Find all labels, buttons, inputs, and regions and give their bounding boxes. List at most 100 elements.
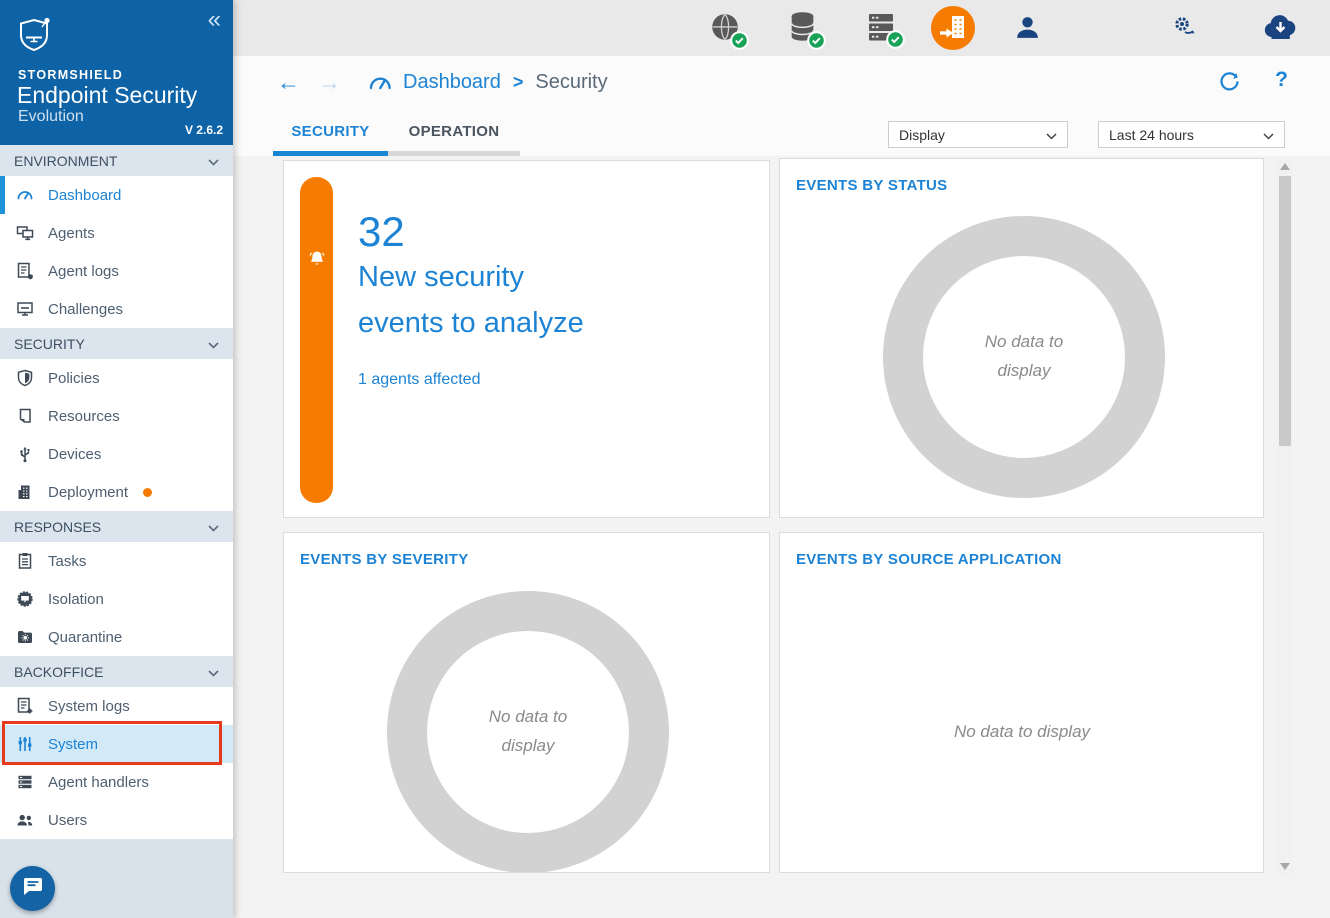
agent-handler-status[interactable] (864, 11, 898, 49)
sidebar-item-label: Tasks (48, 553, 86, 570)
sidebar-item-label: Agents (48, 225, 95, 242)
tabs-row: SECURITY OPERATION Display Last 24 hours (233, 108, 1330, 156)
check-badge (886, 30, 905, 54)
gear-sync-icon (1170, 30, 1200, 47)
dashboard-content: 32 New security events to analyze 1 agen… (233, 156, 1330, 918)
database-status[interactable] (786, 10, 819, 50)
chevron-down-icon (208, 519, 219, 535)
app-logo-block: « STORMSHIELD Endpoint Security Evolutio… (0, 0, 233, 145)
product-name: Endpoint Security (17, 82, 197, 109)
chevron-down-icon (208, 664, 219, 680)
sidebar-collapse-button[interactable]: « (208, 8, 221, 32)
sidebar-item-isolation[interactable]: Isolation (0, 580, 233, 618)
section-security[interactable]: SECURITY (0, 328, 233, 359)
breadcrumb-current: Security (535, 71, 607, 94)
event-count: 32 (358, 209, 584, 255)
back-button[interactable]: ← (277, 71, 300, 94)
sidebar-item-devices[interactable]: Devices (0, 435, 233, 473)
annotation-highlight-box (2, 721, 222, 765)
sidebar-nav: ENVIRONMENT Dashboard Agents Agent logs … (0, 145, 233, 918)
gauge-icon (367, 71, 393, 93)
deployment-status[interactable] (931, 6, 975, 55)
help-button[interactable]: ? (1275, 68, 1288, 92)
sidebar-item-label: Agent logs (48, 263, 119, 280)
refresh-button[interactable] (1218, 70, 1240, 95)
display-select[interactable]: Display (888, 121, 1068, 148)
sidebar-item-agents[interactable]: Agents (0, 214, 233, 252)
alert-title-line1: New security (358, 255, 584, 301)
building-icon (15, 482, 35, 502)
agent-logs-icon (15, 261, 35, 281)
breadcrumb-dashboard-link[interactable]: Dashboard (403, 71, 501, 94)
tab-operation[interactable]: OPERATION (388, 112, 520, 156)
check-badge (807, 31, 826, 55)
section-backoffice[interactable]: BACKOFFICE (0, 656, 233, 687)
empty-state-text: No data to display (914, 328, 1134, 386)
section-label: RESPONSES (14, 519, 101, 535)
breadcrumb-separator: > (513, 72, 524, 93)
stormshield-shield-icon (18, 16, 53, 58)
agents-monitors-icon (15, 223, 35, 243)
sidebar-item-label: System logs (48, 698, 130, 715)
cloud-update[interactable] (1262, 11, 1299, 46)
card-title: EVENTS BY SOURCE APPLICATION (796, 551, 1062, 568)
forward-button[interactable]: → (318, 71, 341, 94)
sidebar-item-system-logs[interactable]: System logs (0, 687, 233, 725)
sliders-icon (15, 734, 35, 754)
sidebar-item-label: Isolation (48, 591, 104, 608)
display-select-value: Display (899, 127, 945, 143)
check-badge (730, 31, 749, 55)
internet-status[interactable] (708, 11, 742, 50)
usb-icon (15, 444, 35, 464)
events-by-severity-card: EVENTS BY SEVERITY No data to display (283, 532, 770, 873)
refresh-icon (1218, 80, 1240, 95)
scroll-up-arrow-icon[interactable] (1280, 163, 1290, 170)
sidebar-item-users[interactable]: Users (0, 801, 233, 839)
resources-icon (15, 406, 35, 426)
user-account[interactable] (1014, 14, 1041, 46)
empty-state-text: No data to display (418, 703, 638, 761)
empty-state-text: No data to display (954, 722, 1090, 742)
sidebar-item-system[interactable]: System (0, 725, 233, 763)
section-environment[interactable]: ENVIRONMENT (0, 145, 233, 176)
breadcrumb-row: ← → Dashboard > Security ? (233, 56, 1330, 108)
chat-bubble-icon (22, 877, 44, 900)
sidebar-item-dashboard[interactable]: Dashboard (0, 176, 233, 214)
events-by-status-card: EVENTS BY STATUS No data to display (779, 158, 1264, 518)
background-tasks[interactable] (1170, 13, 1200, 48)
sidebar-item-tasks[interactable]: Tasks (0, 542, 233, 580)
sidebar-item-quarantine[interactable]: Quarantine (0, 618, 233, 656)
scrollbar-thumb[interactable] (1279, 176, 1291, 446)
alert-accent-bar (300, 177, 333, 503)
chevron-down-icon (208, 336, 219, 352)
chat-button[interactable] (10, 866, 55, 911)
sidebar-item-resources[interactable]: Resources (0, 397, 233, 435)
agents-affected-link[interactable]: 1 agents affected (358, 371, 480, 389)
sidebar-item-agent-handlers[interactable]: Agent handlers (0, 763, 233, 801)
sidebar-item-deployment[interactable]: Deployment (0, 473, 233, 511)
bell-icon (307, 249, 327, 274)
users-icon (15, 810, 35, 830)
sidebar-item-label: Devices (48, 446, 101, 463)
section-label: ENVIRONMENT (14, 153, 117, 169)
version-label: V 2.6.2 (185, 123, 223, 137)
section-responses[interactable]: RESPONSES (0, 511, 233, 542)
scroll-down-arrow-icon[interactable] (1280, 863, 1290, 870)
period-select[interactable]: Last 24 hours (1098, 121, 1285, 148)
vertical-scrollbar[interactable] (1277, 158, 1293, 875)
sidebar-item-agent-logs[interactable]: Agent logs (0, 252, 233, 290)
cloud-download-icon (1262, 28, 1299, 45)
sidebar-item-label: Quarantine (48, 629, 122, 646)
sidebar-item-label: Users (48, 812, 87, 829)
tab-security[interactable]: SECURITY (273, 112, 388, 156)
alert-text-block: 32 New security events to analyze 1 agen… (358, 209, 584, 389)
server-stack-icon (15, 772, 35, 792)
top-status-bar (233, 0, 1330, 56)
gauge-icon (15, 185, 35, 205)
sidebar-item-policies[interactable]: Policies (0, 359, 233, 397)
sidebar-item-challenges[interactable]: Challenges (0, 290, 233, 328)
brand-name: STORMSHIELD (18, 68, 123, 82)
product-edition: Evolution (18, 108, 84, 126)
isolation-icon (15, 589, 35, 609)
sidebar-item-label: Deployment (48, 484, 128, 501)
